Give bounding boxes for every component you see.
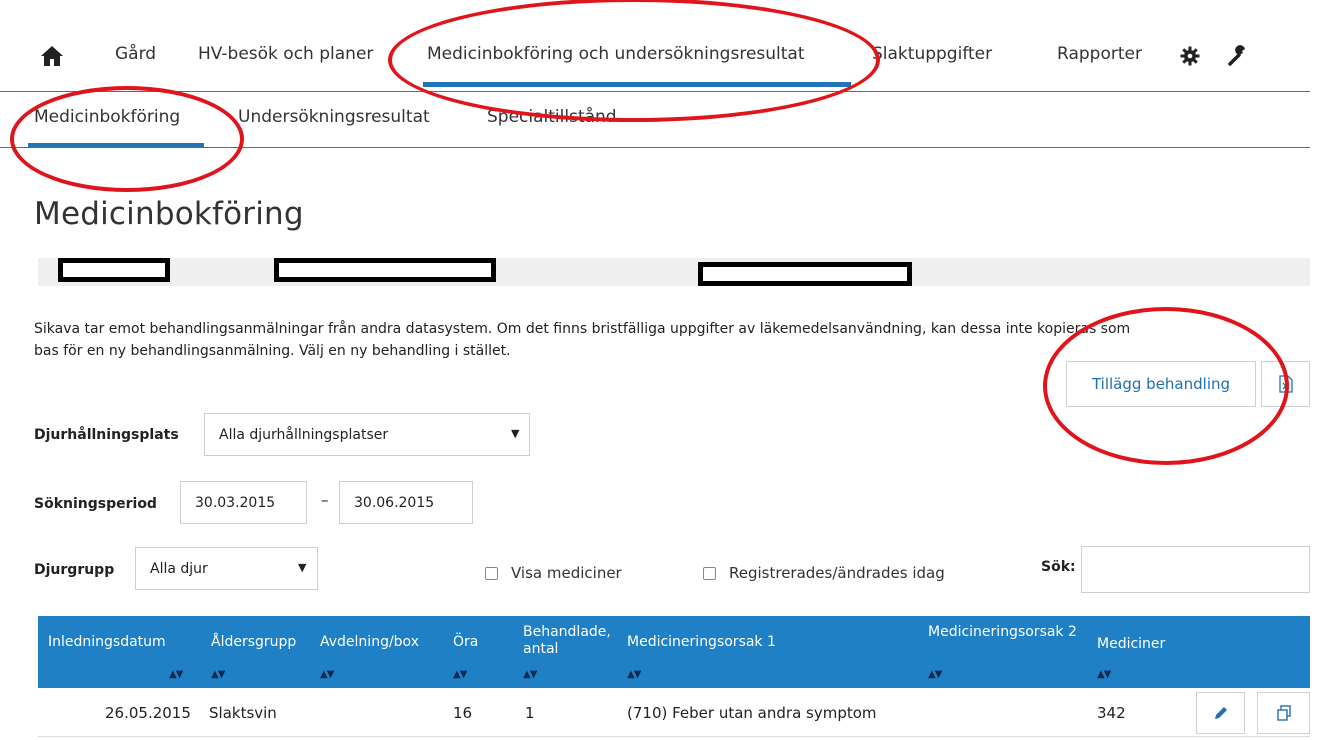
column-header[interactable]: Mediciner: [1097, 636, 1165, 653]
period-label: Sökningsperiod: [34, 496, 157, 512]
sort-icon[interactable]: ▲▼: [523, 669, 537, 680]
annotation-ellipse: [10, 86, 244, 192]
column-header[interactable]: Åldersgrupp: [211, 634, 296, 651]
cell-treated-count: 1: [525, 704, 535, 722]
subnav-item-undersokningsresultat[interactable]: Undersökningsresultat: [238, 107, 430, 127]
redaction-box: [698, 262, 912, 286]
sort-icon[interactable]: ▲▼: [627, 669, 641, 680]
row-divider: [38, 736, 1310, 737]
location-select-value: Alla djurhållningsplatser: [219, 426, 389, 443]
nav-item-slaktuppgifter[interactable]: Slaktuppgifter: [872, 44, 992, 64]
sort-icon[interactable]: ▲▼: [169, 669, 183, 680]
wrench-icon[interactable]: [1227, 45, 1249, 67]
nav-item-hv-besok[interactable]: HV-besök och planer: [198, 44, 373, 64]
sort-icon[interactable]: ▲▼: [453, 669, 467, 680]
cell-start-date: 26.05.2015: [105, 704, 191, 722]
column-header[interactable]: Behandlade, antal: [523, 624, 611, 658]
cell-ear: 16: [453, 704, 473, 722]
copy-button[interactable]: [1257, 692, 1310, 734]
annotation-ellipse: [388, 0, 880, 122]
farm-info-bar: [38, 258, 1310, 286]
cell-age-group: Slaktsvin: [209, 704, 277, 722]
nav-item-rapporter[interactable]: Rapporter: [1057, 44, 1142, 64]
search-input[interactable]: [1081, 546, 1310, 593]
animal-group-value: Alla djur: [150, 560, 208, 577]
registered-today-checkbox[interactable]: [703, 567, 716, 580]
gear-icon[interactable]: [1180, 46, 1200, 66]
show-medicines-checkbox[interactable]: [485, 567, 498, 580]
show-medicines-label: Visa mediciner: [511, 564, 622, 582]
column-header[interactable]: Avdelning/box: [320, 634, 419, 651]
column-header[interactable]: Öra: [453, 634, 478, 651]
period-separator: –: [321, 491, 329, 509]
chevron-down-icon: ▼: [298, 561, 307, 574]
chevron-down-icon: ▼: [511, 427, 520, 440]
location-select[interactable]: Alla djurhållningsplatser ▼: [204, 413, 530, 456]
edit-button[interactable]: [1196, 692, 1245, 734]
animal-group-select[interactable]: Alla djur ▼: [135, 547, 318, 590]
redaction-box: [274, 258, 496, 282]
period-to-input[interactable]: 30.06.2015: [339, 481, 473, 524]
sort-icon[interactable]: ▲▼: [1097, 669, 1111, 680]
cell-medicines: 342: [1097, 704, 1126, 722]
column-header[interactable]: Medicineringsorsak 2: [928, 624, 1088, 641]
copy-icon: [1276, 705, 1291, 721]
sort-icon[interactable]: ▲▼: [320, 669, 334, 680]
pencil-icon: [1214, 707, 1227, 719]
search-label: Sök:: [1041, 559, 1076, 575]
column-header[interactable]: Inledningsdatum: [48, 634, 166, 651]
redaction-box: [58, 258, 170, 282]
animal-group-label: Djurgrupp: [34, 562, 115, 578]
registered-today-label: Registrerades/ändrades idag: [729, 564, 945, 582]
nav-item-gard[interactable]: Gård: [115, 44, 156, 64]
page-title: Medicinbokföring: [34, 196, 304, 232]
sort-icon[interactable]: ▲▼: [928, 669, 942, 680]
table-header: Inledningsdatum Åldersgrupp Avdelning/bo…: [38, 616, 1310, 688]
cell-reason-1: (710) Feber utan andra symptom: [627, 704, 877, 722]
location-label: Djurhållningsplats: [34, 427, 179, 443]
sort-icon[interactable]: ▲▼: [211, 669, 225, 680]
home-icon[interactable]: [40, 44, 64, 68]
annotation-ellipse: [1043, 307, 1289, 465]
period-from-input[interactable]: 30.03.2015: [180, 481, 307, 524]
column-header[interactable]: Medicineringsorsak 1: [627, 634, 776, 651]
